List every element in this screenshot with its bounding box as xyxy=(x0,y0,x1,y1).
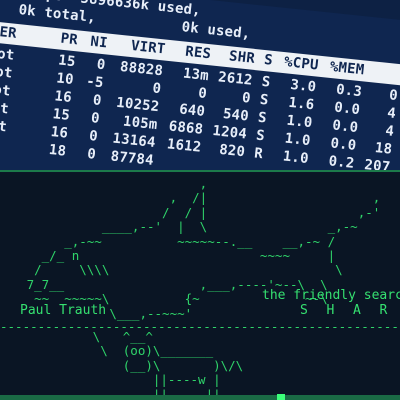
process-cell: 1.0 xyxy=(282,148,310,168)
process-cell: 87784 xyxy=(109,148,155,169)
shark-terminal: , , /| , / / | ,-' ____,--' | \ _,-~ _,-… xyxy=(0,173,400,400)
process-cell: 0.2 xyxy=(327,153,356,172)
process-cell: S xyxy=(259,91,270,109)
status-bar xyxy=(0,395,400,400)
process-cell: 10 xyxy=(55,70,75,89)
process-cell: 2612 xyxy=(217,69,254,89)
process-cell: S xyxy=(260,73,272,91)
process-cell: S xyxy=(257,109,268,127)
author-name: Paul Trauth xyxy=(20,303,107,318)
process-cell: 4 xyxy=(384,123,395,140)
process-cell: 16 xyxy=(53,88,73,107)
tagline: the friendly search xyxy=(262,288,400,303)
process-cell: R xyxy=(253,145,264,163)
column-header xyxy=(364,74,400,78)
process-cell: 1204 xyxy=(211,122,248,143)
process-cell: 1.6 xyxy=(287,94,316,114)
process-cell: 18 xyxy=(48,141,67,160)
process-cell: 0 xyxy=(92,92,103,110)
process-cell: 0.0 xyxy=(331,117,359,137)
process-cell: 0.0 xyxy=(333,99,361,119)
process-cell: 4 xyxy=(386,105,397,122)
process-cell: -5 xyxy=(85,73,105,92)
column-header: S xyxy=(263,51,274,69)
process-cell: 16 xyxy=(49,124,69,142)
process-cell: root xyxy=(0,44,16,64)
process-cell: 0 xyxy=(86,146,97,163)
process-cell: 540 xyxy=(222,105,250,125)
process-cell: 6868 xyxy=(167,118,204,138)
process-cell: 1.0 xyxy=(285,112,314,132)
process-cell: 1612 xyxy=(166,136,203,156)
process-cell: 0 xyxy=(388,87,399,105)
cow-ascii-art: \ ^__^ \ (oo)\_______ (__)\ )\/\ ||----w… xyxy=(92,329,244,400)
process-cell: 0 xyxy=(241,89,252,107)
top-process-view: Swap: 5896636k used, 0k total, 0k used, … xyxy=(0,0,400,172)
process-cell: 15 xyxy=(51,106,71,124)
process-cell: 0 xyxy=(90,110,101,128)
top-terminal: Swap: 5896636k used, 0k total, 0k used, … xyxy=(0,0,400,172)
process-cell: 18 xyxy=(374,140,393,158)
pane-divider xyxy=(0,170,400,172)
process-cell: 15 xyxy=(57,52,77,71)
process-cell: S xyxy=(255,127,266,145)
terminal-cursor[interactable] xyxy=(277,394,285,400)
app-name: S H A R K xyxy=(300,303,389,318)
process-cell: 0 xyxy=(95,56,107,74)
process-cell: 0.0 xyxy=(329,135,358,155)
process-cell: 1.0 xyxy=(283,130,312,150)
column-header: NI xyxy=(89,33,109,52)
process-cell: 3.0 xyxy=(289,76,318,96)
process-cell: 640 xyxy=(178,101,206,121)
process-cell: 820 xyxy=(218,141,246,161)
process-cell: 0.3 xyxy=(335,81,363,101)
process-cell: 13m xyxy=(182,65,210,85)
process-cell: 0 xyxy=(197,85,208,103)
process-cell: 0 xyxy=(88,128,99,145)
